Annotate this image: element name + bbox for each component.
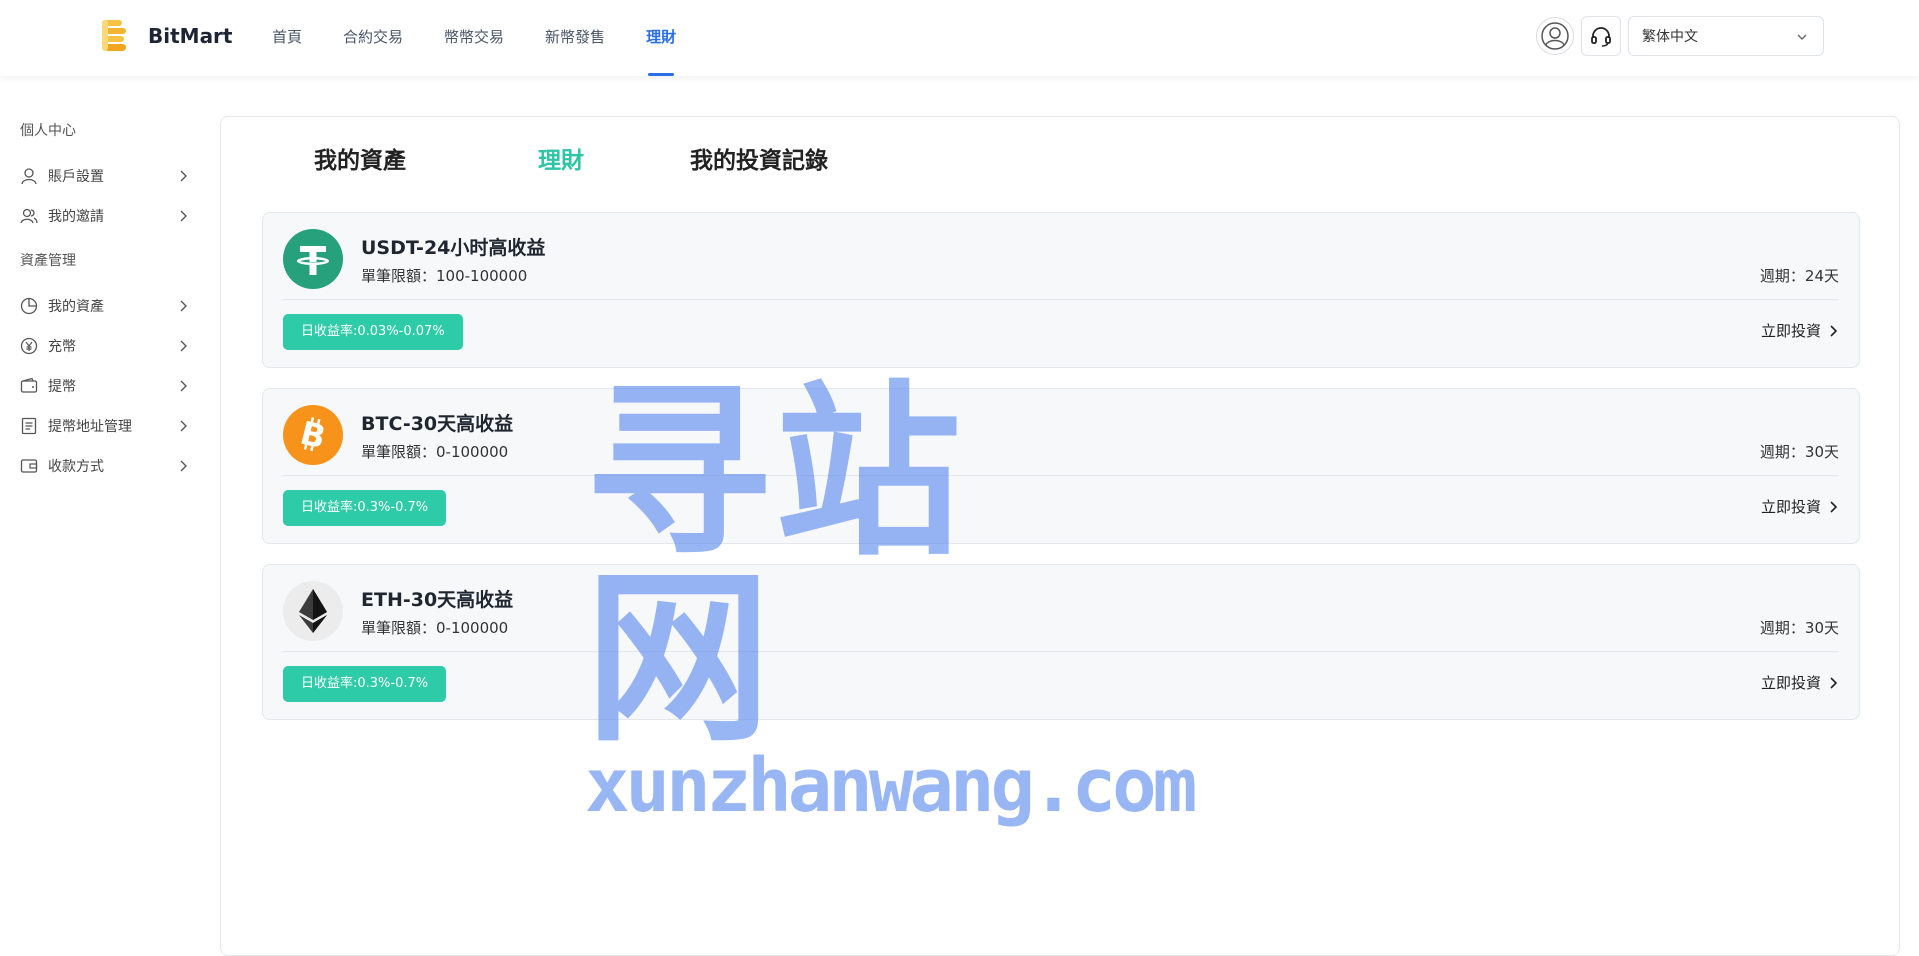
- content-tabs: 我的資產 理財 我的投資記錄: [314, 141, 828, 175]
- document-icon: [20, 417, 38, 435]
- tab-my-assets[interactable]: 我的資產: [314, 141, 538, 175]
- invest-now-label: 立即投資: [1760, 674, 1821, 692]
- product-period: 週期：30天: [1759, 443, 1839, 461]
- chevron-right-icon: [180, 420, 187, 432]
- headset-icon: [1591, 27, 1611, 47]
- daily-rate-badge: 日收益率:0.3%-0.7%: [283, 490, 447, 526]
- sidebar-item-label: 賬戶設置: [48, 169, 104, 185]
- btc-coin-icon: B: [283, 405, 343, 465]
- invest-now-button[interactable]: 立即投資: [1761, 320, 1839, 341]
- sidebar-item-label: 提幣地址管理: [48, 419, 132, 435]
- sidebar: 個人中心 賬戶設置 我的邀請 資產管理 我的資產 充幣 提幣 提幣地址管理 收款…: [0, 120, 200, 486]
- product-title: ETH-30天高收益: [361, 589, 514, 611]
- invest-now-button[interactable]: 立即投資: [1761, 496, 1839, 517]
- nav-new-coin-sale[interactable]: 新幣發售: [545, 0, 605, 76]
- chevron-right-icon: [180, 300, 187, 312]
- brand-logo[interactable]: BitMart: [102, 18, 232, 54]
- sidebar-item-my-assets[interactable]: 我的資產: [0, 286, 200, 326]
- card-divider: [283, 651, 1839, 652]
- user-avatar-button[interactable]: [1536, 17, 1574, 55]
- language-value: 繁体中文: [1642, 29, 1698, 45]
- invest-now-label: 立即投資: [1760, 322, 1821, 340]
- language-select[interactable]: 繁体中文: [1628, 16, 1824, 56]
- chevron-right-icon: [180, 340, 187, 352]
- top-header: BitMart 首頁 合約交易 幣幣交易 新幣發售 理財 繁体中文: [0, 0, 1919, 76]
- card-divider: [283, 475, 1839, 476]
- user-icon: [20, 167, 38, 185]
- product-card-usdt: USDT-24小时高收益 單筆限額：100-100000 週期：24天 日收益率…: [262, 212, 1860, 368]
- sidebar-item-withdraw[interactable]: 提幣: [0, 366, 200, 406]
- invest-now-label: 立即投資: [1760, 498, 1821, 516]
- product-period: 週期：24天: [1759, 267, 1839, 285]
- user-avatar-icon: [1541, 22, 1569, 50]
- sidebar-group-personal: 個人中心: [20, 123, 76, 139]
- product-limit: 單筆限額：0-100000: [361, 619, 509, 637]
- nav-contract-trading[interactable]: 合約交易: [343, 0, 403, 76]
- card-divider: [283, 299, 1839, 300]
- chevron-right-icon: [180, 380, 187, 392]
- sidebar-item-label: 我的邀請: [48, 209, 104, 225]
- eth-coin-icon: [283, 581, 343, 641]
- product-title: BTC-30天高收益: [361, 413, 514, 435]
- wallet-icon: [20, 377, 38, 395]
- product-limit: 單筆限額：0-100000: [361, 443, 509, 461]
- product-period: 週期：30天: [1759, 619, 1839, 637]
- users-icon: [20, 207, 38, 225]
- product-card-eth: ETH-30天高收益 單筆限額：0-100000 週期：30天 日收益率:0.3…: [262, 564, 1860, 720]
- customer-support-button[interactable]: [1581, 16, 1621, 56]
- sidebar-item-my-invites[interactable]: 我的邀請: [0, 196, 200, 236]
- invest-now-button[interactable]: 立即投資: [1761, 672, 1839, 693]
- brand-name: BitMart: [148, 24, 233, 48]
- sidebar-item-label: 提幣: [48, 379, 76, 395]
- sidebar-item-payment-methods[interactable]: 收款方式: [0, 446, 200, 486]
- chevron-right-icon: [1830, 500, 1838, 513]
- nav-wealth[interactable]: 理財: [646, 0, 676, 76]
- daily-rate-badge: 日收益率:0.3%-0.7%: [283, 666, 447, 702]
- chevron-down-icon: [1797, 34, 1807, 40]
- yen-coin-icon: [20, 337, 38, 355]
- usdt-coin-icon: [283, 229, 343, 289]
- daily-rate-badge: 日收益率:0.03%-0.07%: [283, 314, 463, 350]
- chevron-right-icon: [180, 170, 187, 182]
- chevron-right-icon: [180, 210, 187, 222]
- card-wallet-icon: [20, 457, 38, 475]
- tab-investment-records[interactable]: 我的投資記錄: [690, 141, 828, 175]
- nav-coin-trading[interactable]: 幣幣交易: [444, 0, 504, 76]
- logo-icon: [102, 18, 128, 54]
- chevron-right-icon: [1830, 324, 1838, 337]
- sidebar-group-assets: 資產管理: [20, 253, 76, 269]
- sidebar-item-deposit[interactable]: 充幣: [0, 326, 200, 366]
- product-card-btc: B BTC-30天高收益 單筆限額：0-100000 週期：30天 日收益率:0…: [262, 388, 1860, 544]
- nav-home[interactable]: 首頁: [272, 0, 302, 76]
- tab-wealth[interactable]: 理財: [538, 141, 690, 175]
- sidebar-item-withdraw-address[interactable]: 提幣地址管理: [0, 406, 200, 446]
- pie-chart-icon: [20, 297, 38, 315]
- chevron-right-icon: [180, 460, 187, 472]
- product-title: USDT-24小时高收益: [361, 237, 546, 259]
- main-nav: 首頁 合約交易 幣幣交易 新幣發售 理財: [272, 0, 717, 76]
- product-limit: 單筆限額：100-100000: [361, 267, 528, 285]
- sidebar-item-account-settings[interactable]: 賬戶設置: [0, 156, 200, 196]
- sidebar-item-label: 充幣: [48, 339, 76, 355]
- main-panel: 我的資產 理財 我的投資記錄 USDT-24小时高收益 單筆限額：100-100…: [220, 116, 1900, 956]
- sidebar-item-label: 我的資產: [48, 299, 104, 315]
- sidebar-item-label: 收款方式: [48, 459, 104, 475]
- chevron-right-icon: [1830, 676, 1838, 689]
